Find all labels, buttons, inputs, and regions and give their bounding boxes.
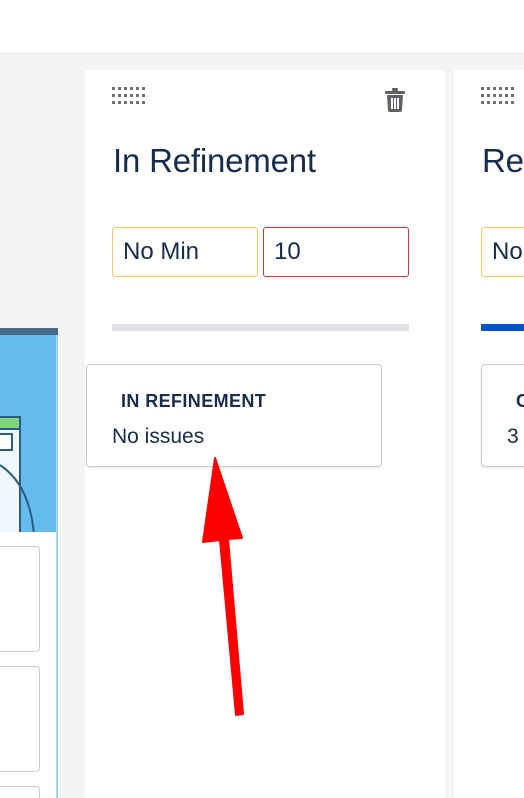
empty-state-illustration (0, 335, 58, 532)
issue-count-text: 3 (507, 425, 519, 448)
progress-fill (481, 324, 524, 331)
left-panel-card[interactable] (0, 786, 40, 798)
column-title[interactable]: Re (482, 142, 524, 180)
column-progress-bar (112, 324, 409, 331)
delete-column-button[interactable] (384, 86, 406, 114)
left-panel-border (56, 335, 58, 798)
column-title[interactable]: In Refinement (113, 142, 316, 180)
min-limit-input[interactable] (481, 227, 524, 277)
max-limit-input[interactable] (263, 227, 409, 277)
drag-handle-icon[interactable] (112, 87, 145, 104)
left-panel-header-bar (0, 328, 58, 335)
left-panel-card[interactable] (0, 546, 40, 652)
left-panel-card[interactable] (0, 666, 40, 772)
trash-icon (385, 88, 405, 112)
column-progress-bar (481, 324, 524, 331)
status-card[interactable]: IN REFINEMENT No issues (86, 364, 382, 467)
board-page: In Refinement Re IN REFINEMENT No issues (0, 0, 524, 798)
status-name: C (516, 391, 524, 411)
illustration-graphic (0, 416, 35, 532)
issue-count-text: No issues (112, 425, 205, 448)
status-name: IN REFINEMENT (121, 391, 267, 411)
left-side-panel (0, 328, 58, 798)
drag-handle-icon[interactable] (481, 87, 514, 104)
status-card[interactable]: C 3 (481, 364, 524, 467)
min-limit-input[interactable] (112, 227, 258, 277)
